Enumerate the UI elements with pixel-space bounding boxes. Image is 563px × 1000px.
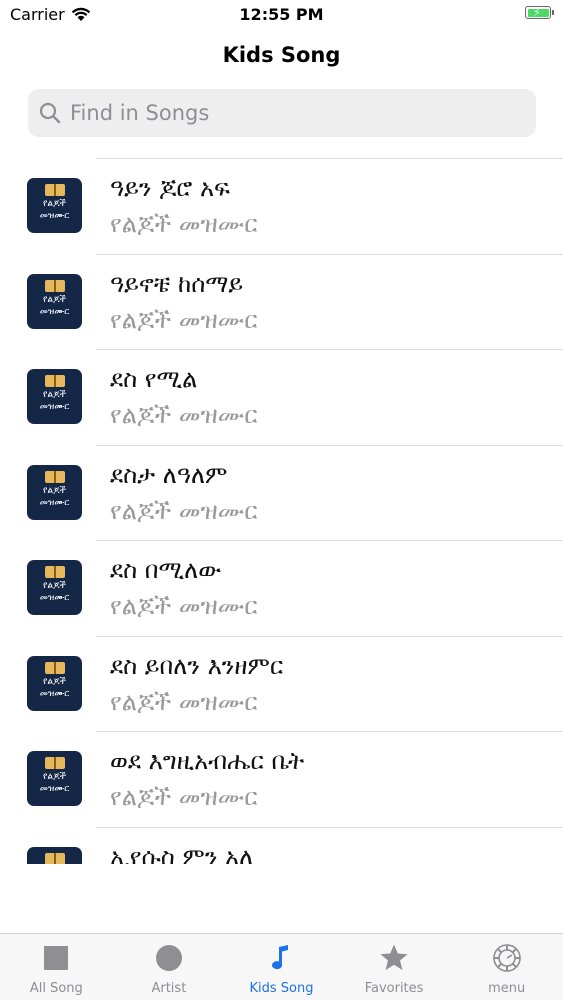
- thumbnail-line-1: የልጆች: [43, 485, 66, 496]
- thumbnail-line-1: የልጆች: [43, 390, 66, 400]
- book-icon: [45, 184, 65, 196]
- list-item[interactable]: የልጆችመዝሙርኢየሱስ ምን አለየልጆች መዝሙር: [0, 826, 563, 865]
- song-thumbnail-icon: የልጆች መዝሙር: [27, 369, 82, 424]
- search-icon: [39, 102, 61, 124]
- song-thumbnail-icon: የልጆችመዝሙር: [27, 464, 82, 520]
- star-icon: [380, 944, 408, 970]
- thumbnail-text: የልጆች መዝሙር: [27, 389, 82, 413]
- song-title: ዓይን ጆሮ አፍ: [110, 174, 230, 202]
- tab-all-song[interactable]: All Song: [0, 934, 113, 1000]
- tab-artist[interactable]: Artist: [113, 934, 226, 1000]
- song-subtitle: የልጆች መዝሙር: [110, 496, 258, 525]
- thumbnail-line-1: የልጆች: [43, 676, 66, 687]
- thumbnail-line-2: መዝሙር: [39, 402, 70, 412]
- search-input[interactable]: [68, 100, 512, 126]
- song-thumbnail-icon: የልጆች መዝሙር: [27, 751, 82, 806]
- song-thumbnail-icon: የልጆች መዝሙር: [27, 560, 82, 615]
- thumbnail-line-2: መዝሙር: [39, 306, 70, 317]
- tab-bar: All Song Artist Kids Song Favorites menu: [0, 933, 563, 1000]
- song-title: ወደ እግዚአብሔር ቤት: [110, 747, 305, 775]
- book-icon: [45, 375, 65, 387]
- song-list[interactable]: የልጆች መዝሙር ዓይን ጆሮ አፍ የልጆች መዝሙር የልጆች መዝሙር ዓይኖቼ ከ…: [0, 158, 563, 864]
- song-subtitle: የልጆች መዝሙር: [110, 783, 258, 811]
- song-thumbnail-icon: የልጆችመዝሙር: [27, 273, 82, 329]
- song-subtitle: የልጆች መዝሙር: [110, 305, 258, 334]
- thumbnail-text: የልጆች መዝሙር: [27, 485, 82, 509]
- thumbnail-line-2: መዝሙር: [39, 688, 70, 699]
- song-thumbnail-icon: የልጆች መዝሙር: [27, 178, 82, 233]
- book-icon: [45, 470, 65, 483]
- list-item[interactable]: የልጆች መዝሙር ደስታ ለዓለም የልጆች መዝሙር: [0, 444, 563, 541]
- status-time: 12:55 PM: [239, 5, 324, 24]
- battery-icon: ⚡: [525, 6, 554, 19]
- song-subtitle: የልጆች መዝሙር: [110, 592, 258, 620]
- list-item[interactable]: የልጆች መዝሙር ወደ እግዚአብሔር ቤት የልጆች መዝሙር: [0, 731, 563, 827]
- book-icon: [45, 757, 65, 769]
- book-icon: [45, 661, 65, 674]
- list-item[interactable]: የልጆች መዝሙር ደስ ይበለን እንዘምር የልጆች መዝሙር: [0, 635, 563, 732]
- search-bar[interactable]: [28, 89, 536, 137]
- list-item[interactable]: የልጆች መዝሙር ዓይኖቼ ከሰማይ የልጆች መዝሙር: [0, 253, 563, 350]
- thumbnail-text: የልጆች መዝሙር: [27, 676, 82, 700]
- thumbnail-line-2: መዝሙር: [39, 593, 70, 603]
- thumbnail-line-2: መዝሙር: [39, 784, 70, 794]
- tab-favorites[interactable]: Favorites: [338, 934, 451, 1000]
- charging-bolt-icon: ⚡: [533, 6, 541, 19]
- thumbnail-line-2: መዝሙር: [39, 211, 70, 221]
- thumbnail-line-2: መዝሙር: [39, 497, 70, 508]
- song-thumbnail-icon: የልጆችመዝሙር: [27, 655, 82, 711]
- thumbnail-line-1: የልጆች: [43, 294, 66, 305]
- song-title: ደስ የሚል: [110, 365, 198, 393]
- tab-menu[interactable]: menu: [450, 934, 563, 1000]
- thumbnail-line-1: የልጆች: [43, 581, 66, 591]
- list-item[interactable]: የልጆች መዝሙር ደስ የሚል የልጆች መዝሙር: [0, 349, 563, 445]
- tab-label: menu: [488, 981, 526, 996]
- song-subtitle: የልጆች መዝሙር: [110, 210, 258, 238]
- book-icon: [45, 566, 65, 578]
- page-title: Kids Song: [222, 43, 341, 67]
- square-icon: [44, 946, 69, 970]
- status-bar: Carrier 12:55 PM ⚡: [0, 0, 563, 30]
- circle-icon: [155, 945, 182, 971]
- gear-icon: [492, 944, 521, 972]
- tab-kids-song[interactable]: Kids Song: [225, 934, 338, 1000]
- list-item[interactable]: የልጆች መዝሙር ደስ በሚለው የልጆች መዝሙር: [0, 540, 563, 636]
- thumbnail-text: የልጆች መዝሙር: [27, 580, 82, 604]
- tab-label: Kids Song: [249, 981, 314, 996]
- tab-label: Favorites: [364, 981, 424, 996]
- book-icon: [45, 279, 65, 292]
- tab-label: Artist: [151, 981, 187, 996]
- thumbnail-line-1: የልጆች: [43, 772, 66, 782]
- thumbnail-line-1: የልጆች: [43, 199, 66, 209]
- music-note-icon: [272, 945, 289, 970]
- song-title: ደስ በሚለው: [110, 556, 222, 584]
- song-subtitle: የልጆች መዝሙር: [110, 687, 258, 716]
- list-item[interactable]: የልጆች መዝሙር ዓይን ጆሮ አፍ የልጆች መዝሙር: [0, 158, 563, 254]
- thumbnail-text: የልጆች መዝሙር: [27, 198, 82, 222]
- book-icon: [45, 852, 65, 864]
- song-thumbnail-icon: የልጆችመዝሙር: [27, 846, 82, 864]
- thumbnail-text: የልጆች መዝሙር: [27, 294, 82, 318]
- song-subtitle: የልጆች መዝሙር: [110, 401, 258, 429]
- tab-label: All Song: [29, 981, 83, 996]
- song-title: ዓይኖቼ ከሰማይ: [110, 269, 244, 298]
- song-title: ደስታ ለዓለም: [110, 460, 228, 489]
- song-title: ደስ ይበለን እንዘምር: [110, 651, 284, 680]
- song-title: ኢየሱስ ምን አለ: [110, 842, 254, 865]
- thumbnail-text: የልጆች መዝሙር: [27, 771, 82, 795]
